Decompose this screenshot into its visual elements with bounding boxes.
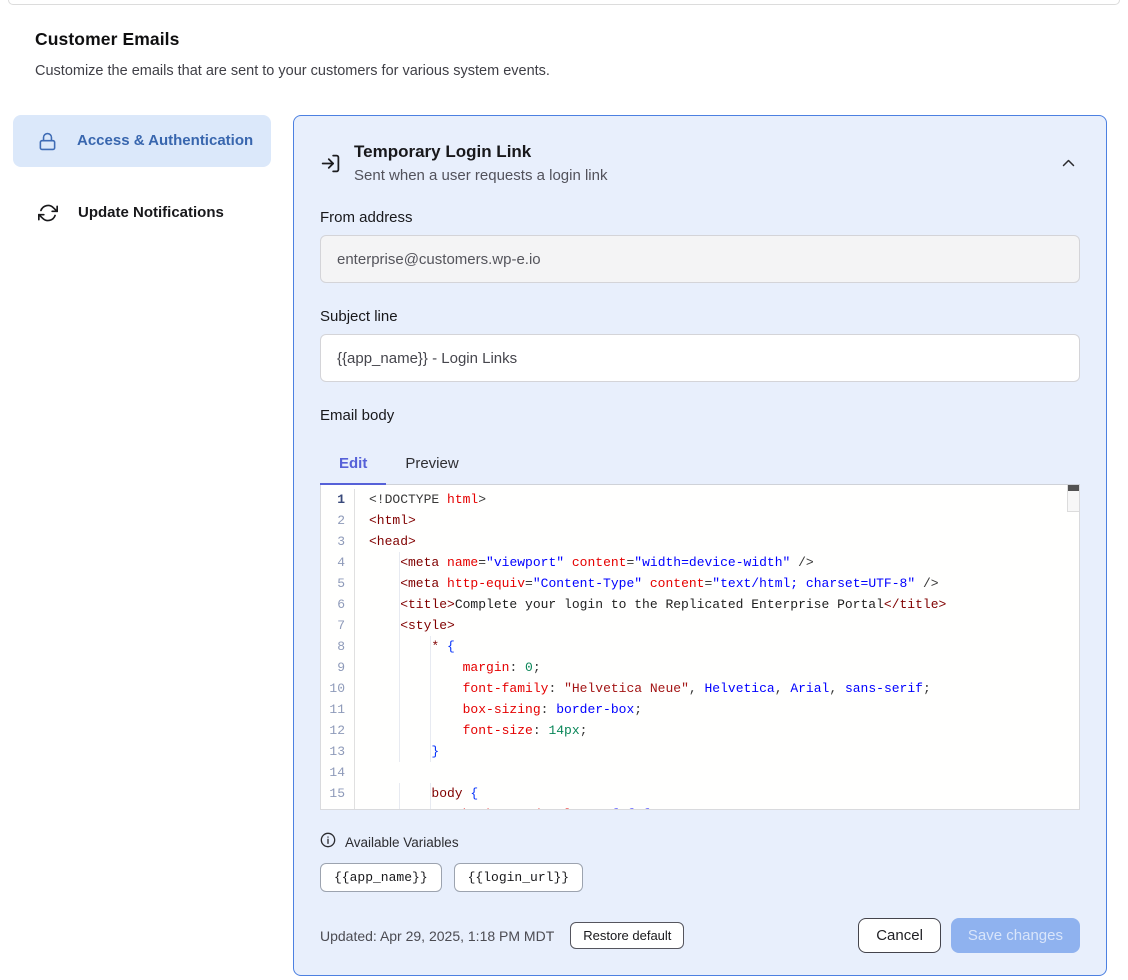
code-lines: 1<!DOCTYPE html>2<html>3<head>4<meta nam… — [321, 489, 1079, 810]
subject-line-label: Subject line — [320, 308, 1080, 325]
editor-scrollbar[interactable] — [1067, 485, 1079, 512]
tab-preview[interactable]: Preview — [386, 446, 477, 484]
from-address-label: From address — [320, 209, 1080, 226]
sidebar-item-access-authentication[interactable]: Access & Authentication — [13, 115, 271, 167]
available-variables-label: Available Variables — [345, 835, 459, 850]
login-icon — [320, 153, 341, 174]
from-address-input[interactable] — [320, 235, 1080, 283]
updated-timestamp: Updated: Apr 29, 2025, 1:18 PM MDT — [320, 928, 554, 944]
variable-chips: {{app_name}} {{login_url}} — [320, 863, 1080, 892]
email-body-code-editor[interactable]: 1<!DOCTYPE html>2<html>3<head>4<meta nam… — [320, 485, 1080, 810]
panel-title: Temporary Login Link — [354, 142, 607, 162]
restore-default-button[interactable]: Restore default — [570, 922, 684, 949]
available-variables-header: Available Variables — [320, 832, 1080, 853]
variable-chip-app-name[interactable]: {{app_name}} — [320, 863, 442, 892]
panel-subtitle: Sent when a user requests a login link — [354, 167, 607, 184]
sidebar-item-label: Access & Authentication — [77, 129, 253, 153]
lock-icon — [38, 131, 57, 152]
info-icon — [320, 832, 336, 853]
temporary-login-link-panel: Temporary Login Link Sent when a user re… — [293, 115, 1107, 976]
tab-edit[interactable]: Edit — [320, 446, 386, 484]
email-types-sidebar: Access & Authentication Update Notificat… — [13, 115, 271, 239]
subject-line-input[interactable] — [320, 334, 1080, 382]
panel-footer: Updated: Apr 29, 2025, 1:18 PM MDT Resto… — [320, 918, 1080, 953]
sidebar-item-label: Update Notifications — [78, 201, 224, 225]
email-body-tabs: Edit Preview — [320, 446, 1080, 485]
page-header: Customer Emails Customize the emails tha… — [0, 5, 1128, 79]
sidebar-item-update-notifications[interactable]: Update Notifications — [13, 187, 271, 239]
panel-header: Temporary Login Link Sent when a user re… — [320, 142, 1080, 184]
refresh-icon — [38, 203, 58, 223]
save-changes-button[interactable]: Save changes — [951, 918, 1080, 953]
chevron-up-icon — [1061, 156, 1076, 171]
page-subtitle: Customize the emails that are sent to yo… — [35, 63, 1093, 79]
cancel-button[interactable]: Cancel — [858, 918, 941, 953]
scrollbar-thumb[interactable] — [1068, 485, 1079, 491]
page-title: Customer Emails — [35, 29, 1093, 50]
email-body-label: Email body — [320, 407, 1080, 424]
variable-chip-login-url[interactable]: {{login_url}} — [454, 863, 583, 892]
collapse-section-button[interactable] — [1057, 152, 1080, 175]
